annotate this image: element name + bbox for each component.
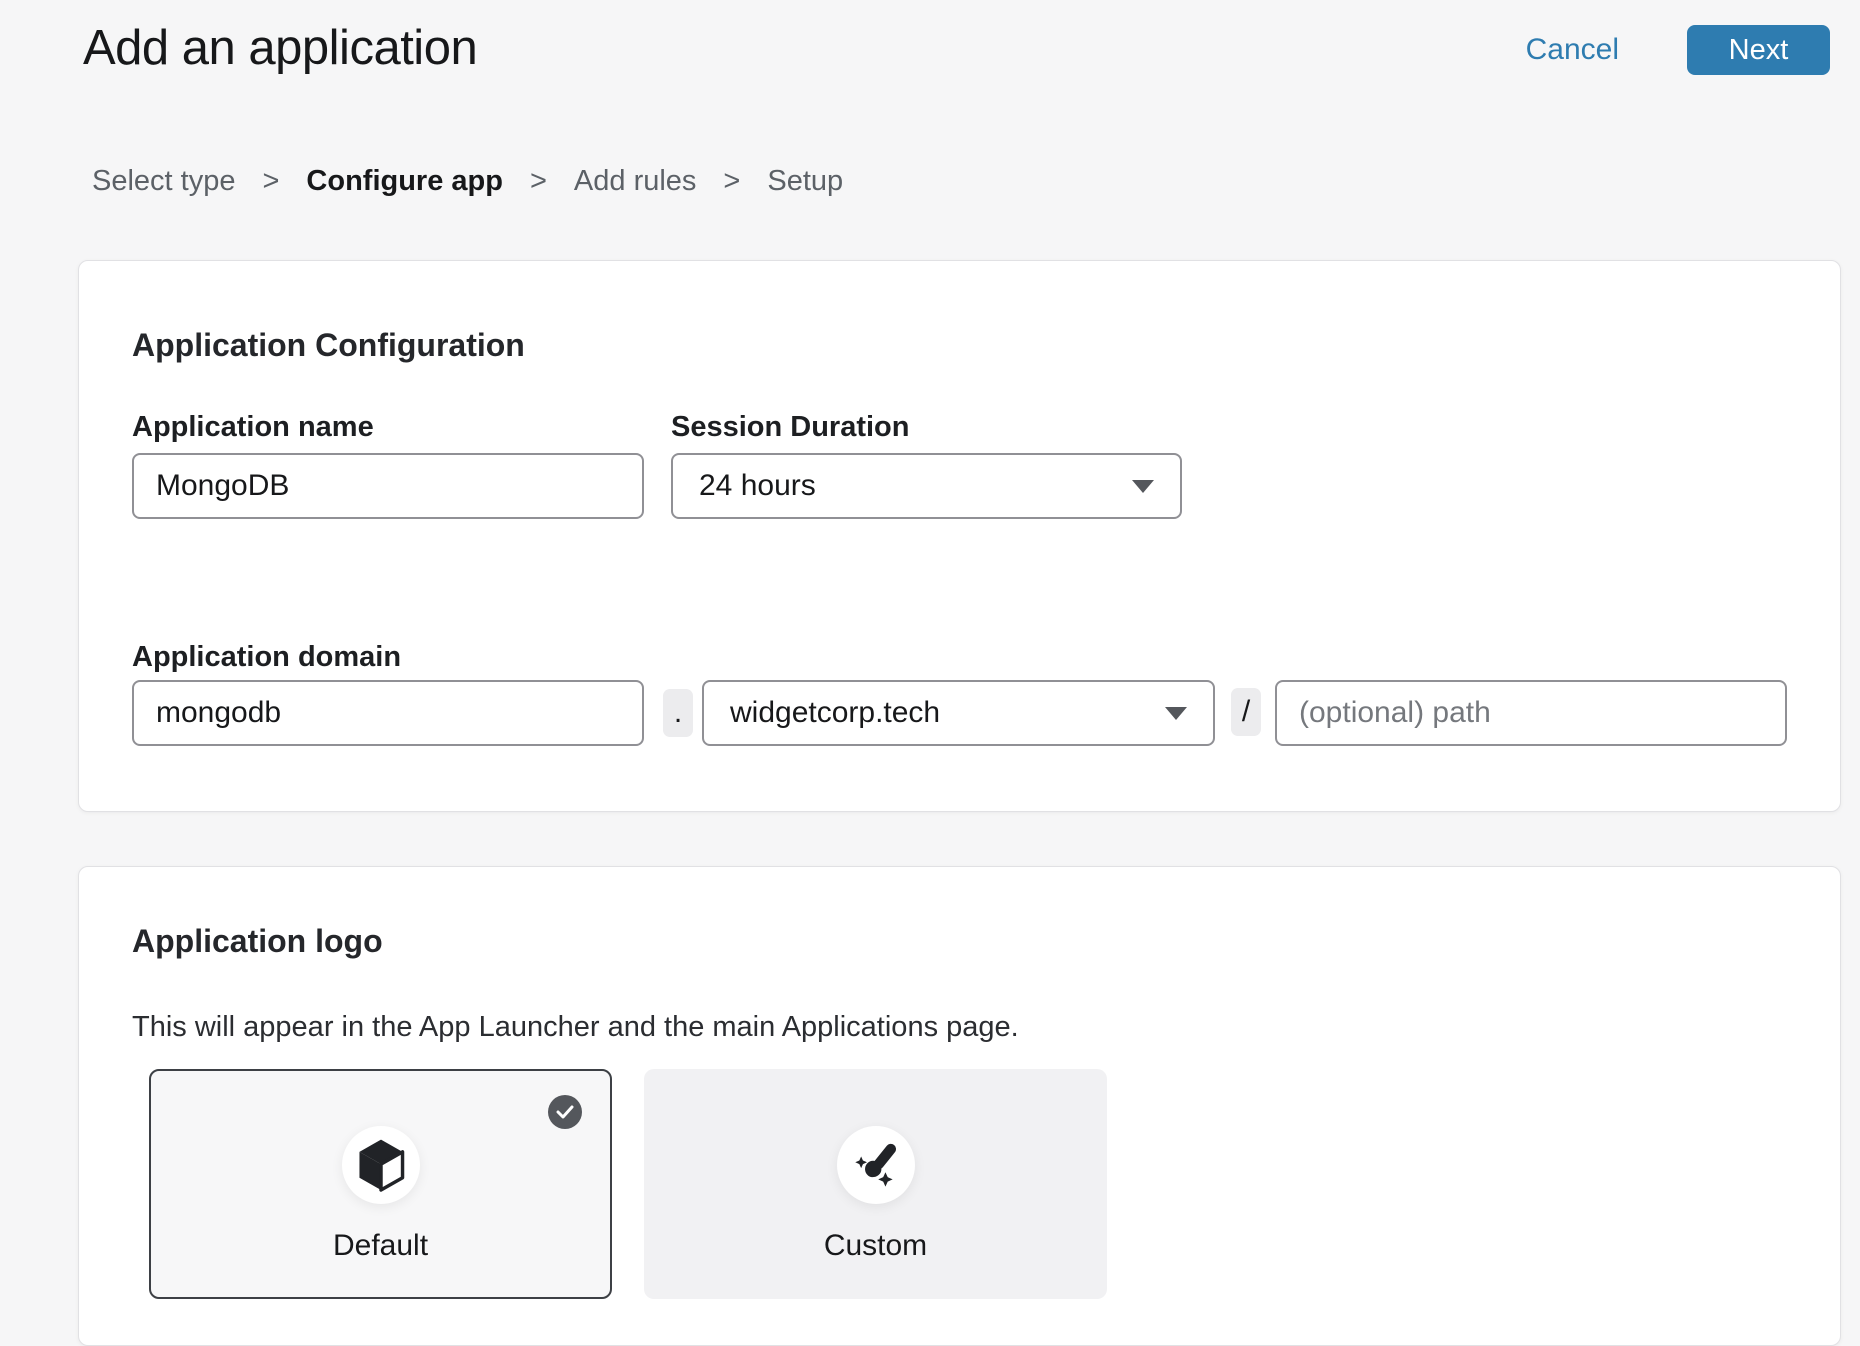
breadcrumb-separator: > <box>530 165 547 198</box>
custom-logo-circle <box>837 1126 915 1204</box>
domain-value: widgetcorp.tech <box>730 696 940 730</box>
application-domain-label: Application domain <box>132 641 401 674</box>
slash-separator: / <box>1231 688 1261 736</box>
selected-check-badge <box>548 1095 582 1129</box>
logo-description: This will appear in the App Launcher and… <box>132 1011 1019 1044</box>
logo-option-default[interactable]: Default <box>149 1069 612 1299</box>
configuration-heading: Application Configuration <box>132 327 525 364</box>
application-name-input[interactable] <box>132 453 644 519</box>
path-input[interactable] <box>1275 680 1787 746</box>
paintbrush-icon <box>849 1138 903 1192</box>
default-logo-circle <box>342 1126 420 1204</box>
step-setup[interactable]: Setup <box>767 165 843 198</box>
session-duration-value: 24 hours <box>699 469 816 503</box>
session-duration-label: Session Duration <box>671 411 910 444</box>
cancel-button[interactable]: Cancel <box>1526 33 1619 67</box>
breadcrumb: Select type > Configure app > Add rules … <box>92 165 843 198</box>
step-add-rules[interactable]: Add rules <box>574 165 697 198</box>
cube-icon <box>355 1137 407 1193</box>
step-select-type[interactable]: Select type <box>92 165 235 198</box>
breadcrumb-separator: > <box>723 165 740 198</box>
application-name-label: Application name <box>132 411 374 444</box>
session-duration-select[interactable]: 24 hours <box>671 453 1182 519</box>
page-title: Add an application <box>83 20 477 76</box>
step-configure-app[interactable]: Configure app <box>306 165 503 198</box>
logo-option-label: Default <box>151 1229 610 1263</box>
domain-select[interactable]: widgetcorp.tech <box>702 680 1215 746</box>
logo-heading: Application logo <box>132 923 383 960</box>
logo-option-label: Custom <box>646 1229 1105 1263</box>
chevron-down-icon <box>1165 707 1187 720</box>
subdomain-input[interactable] <box>132 680 644 746</box>
next-button[interactable]: Next <box>1687 25 1830 75</box>
logo-option-custom[interactable]: Custom <box>644 1069 1107 1299</box>
application-logo-card: Application logo This will appear in the… <box>78 866 1841 1346</box>
checkmark-icon <box>556 1105 574 1119</box>
breadcrumb-separator: > <box>262 165 279 198</box>
dot-separator: . <box>663 689 693 737</box>
chevron-down-icon <box>1132 480 1154 493</box>
header-actions: Cancel Next <box>1526 25 1830 75</box>
application-configuration-card: Application Configuration Application na… <box>78 260 1841 812</box>
